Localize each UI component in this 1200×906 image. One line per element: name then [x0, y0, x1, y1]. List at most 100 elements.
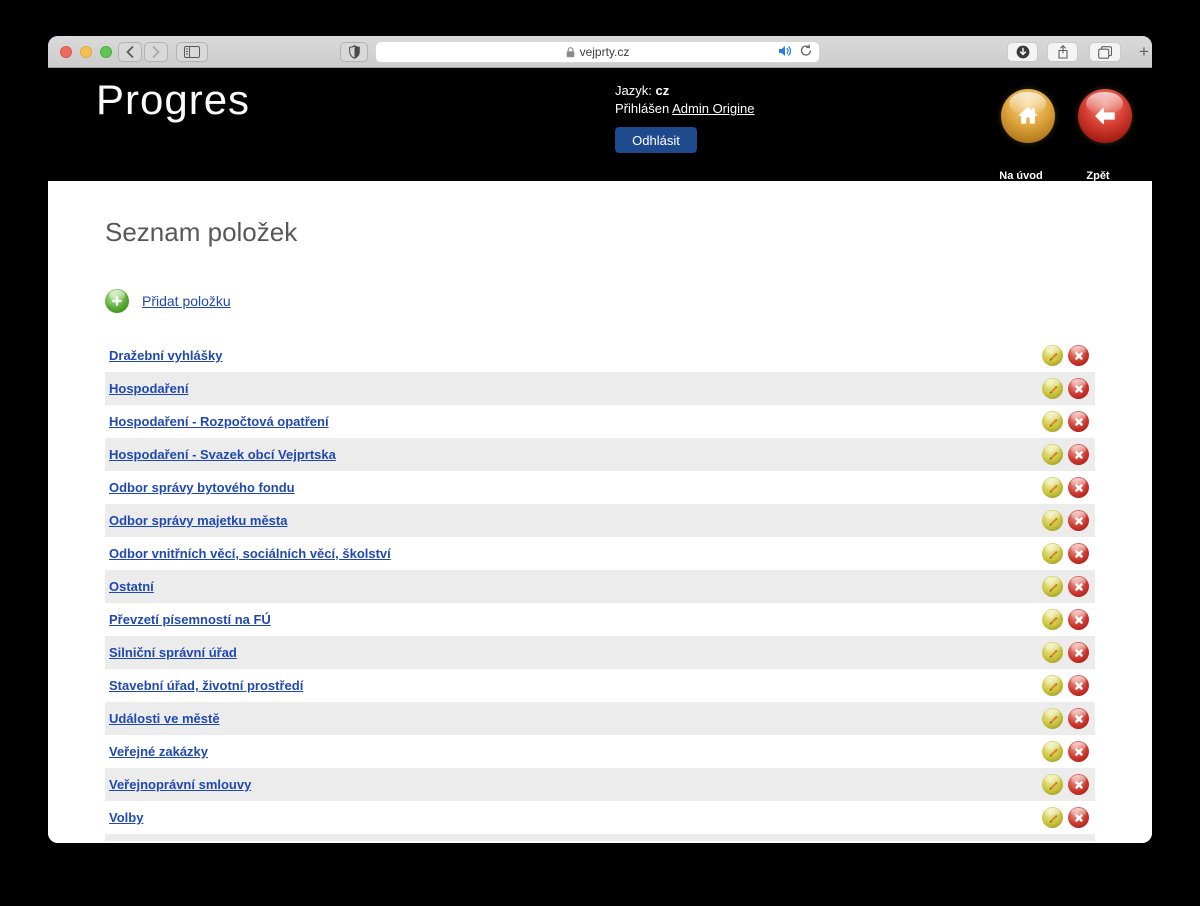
- item-link[interactable]: Volby: [109, 810, 143, 825]
- login-line: Přihlášen Admin Origine: [615, 100, 754, 118]
- edit-icon[interactable]: [1042, 774, 1063, 795]
- item-link[interactable]: Veřejnoprávní smlouvy: [109, 777, 251, 792]
- delete-icon[interactable]: [1068, 807, 1089, 828]
- list-item-partial: [105, 834, 1095, 841]
- edit-icon[interactable]: [1042, 411, 1063, 432]
- zoom-window-button[interactable]: [100, 46, 112, 58]
- delete-icon[interactable]: [1068, 477, 1089, 498]
- share-icon[interactable]: [1047, 42, 1078, 62]
- back-nav-label: Zpět: [1058, 170, 1138, 182]
- edit-icon[interactable]: [1042, 675, 1063, 696]
- delete-icon[interactable]: [1068, 345, 1089, 366]
- item-actions: [1042, 345, 1089, 366]
- site-header: Progres Jazyk: cz Přihlášen Admin Origin…: [48, 68, 1152, 181]
- language-value: cz: [655, 83, 669, 98]
- item-link[interactable]: Stavební úřad, životní prostředí: [109, 678, 303, 693]
- reload-icon[interactable]: [800, 44, 812, 60]
- address-bar[interactable]: vejprty.cz: [375, 41, 820, 63]
- edit-icon[interactable]: [1042, 741, 1063, 762]
- item-actions: [1042, 576, 1089, 597]
- list-item: Dražební vyhlášky: [105, 339, 1095, 372]
- item-actions: [1042, 807, 1089, 828]
- back-arrow-icon: [1078, 89, 1132, 143]
- item-link[interactable]: Odbor správy bytového fondu: [109, 480, 295, 495]
- add-item-row: Přidat položku: [105, 289, 1095, 313]
- item-link[interactable]: Hospodaření: [109, 381, 188, 396]
- item-link[interactable]: Hospodaření - Svazek obcí Vejprtska: [109, 447, 336, 462]
- privacy-shield-icon[interactable]: [340, 42, 368, 62]
- item-list: Dražební vyhlášky Hospodaření Hospodaření …: [105, 339, 1095, 841]
- page-content: Seznam položek Přidat položku Dražební v…: [48, 181, 1152, 843]
- edit-icon[interactable]: [1042, 576, 1063, 597]
- edit-icon[interactable]: [1042, 510, 1063, 531]
- item-link[interactable]: Veřejné zakázky: [109, 744, 208, 759]
- close-window-button[interactable]: [60, 46, 72, 58]
- delete-icon[interactable]: [1068, 510, 1089, 531]
- logged-user-link[interactable]: Admin Origine: [672, 101, 754, 116]
- list-item: Hospodaření - Svazek obcí Vejprtska: [105, 438, 1095, 471]
- edit-icon[interactable]: [1042, 807, 1063, 828]
- delete-icon[interactable]: [1068, 741, 1089, 762]
- delete-icon[interactable]: [1068, 675, 1089, 696]
- item-link[interactable]: Ostatní: [109, 579, 154, 594]
- edit-icon[interactable]: [1042, 477, 1063, 498]
- item-link[interactable]: Dražební vyhlášky: [109, 348, 222, 363]
- item-link[interactable]: Převzetí písemností na FÚ: [109, 612, 271, 627]
- item-actions: [1042, 543, 1089, 564]
- account-info: Jazyk: cz Přihlášen Admin Origine: [615, 82, 754, 118]
- item-link[interactable]: Odbor vnitřních věcí, sociálních věcí, š…: [109, 546, 391, 561]
- downloads-icon[interactable]: [1007, 42, 1038, 62]
- list-item: Volby: [105, 801, 1095, 834]
- list-item: Stavební úřad, životní prostředí: [105, 669, 1095, 702]
- edit-icon[interactable]: [1042, 708, 1063, 729]
- list-item: Veřejnoprávní smlouvy: [105, 768, 1095, 801]
- forward-button[interactable]: [144, 42, 168, 62]
- item-actions: [1042, 477, 1089, 498]
- delete-icon[interactable]: [1068, 576, 1089, 597]
- item-link[interactable]: Odbor správy majetku města: [109, 513, 287, 528]
- edit-icon[interactable]: [1042, 543, 1063, 564]
- edit-icon[interactable]: [1042, 609, 1063, 630]
- new-tab-button[interactable]: +: [1132, 42, 1152, 62]
- delete-icon[interactable]: [1068, 609, 1089, 630]
- item-actions: [1042, 708, 1089, 729]
- item-link[interactable]: Události ve městě: [109, 711, 220, 726]
- language-line: Jazyk: cz: [615, 82, 754, 100]
- list-item: Převzetí písemností na FÚ: [105, 603, 1095, 636]
- minimize-window-button[interactable]: [80, 46, 92, 58]
- item-actions: [1042, 378, 1089, 399]
- audio-speaker-icon[interactable]: [778, 45, 792, 60]
- edit-icon[interactable]: [1042, 345, 1063, 366]
- back-nav-button[interactable]: Zpět: [1058, 89, 1138, 143]
- edit-icon[interactable]: [1042, 378, 1063, 399]
- delete-icon[interactable]: [1068, 444, 1089, 465]
- browser-window: vejprty.cz + Progres Jazyk: cz Přih: [48, 36, 1152, 843]
- delete-icon[interactable]: [1068, 543, 1089, 564]
- url-text: vejprty.cz: [580, 45, 630, 59]
- sidebar-toggle-button[interactable]: [176, 42, 208, 62]
- item-actions: [1042, 675, 1089, 696]
- edit-icon[interactable]: [1042, 444, 1063, 465]
- item-actions: [1042, 510, 1089, 531]
- back-button[interactable]: [118, 42, 142, 62]
- delete-icon[interactable]: [1068, 774, 1089, 795]
- item-actions: [1042, 741, 1089, 762]
- logout-button[interactable]: Odhlásit: [615, 127, 697, 153]
- page-title: Seznam položek: [105, 217, 1095, 247]
- item-link[interactable]: Silniční správní úřad: [109, 645, 237, 660]
- item-actions: [1042, 444, 1089, 465]
- item-actions: [1042, 411, 1089, 432]
- list-item: Silniční správní úřad: [105, 636, 1095, 669]
- item-link[interactable]: Hospodaření - Rozpočtová opatření: [109, 414, 329, 429]
- delete-icon[interactable]: [1068, 378, 1089, 399]
- tab-overview-icon[interactable]: [1089, 42, 1121, 62]
- list-item: Odbor správy bytového fondu: [105, 471, 1095, 504]
- delete-icon[interactable]: [1068, 411, 1089, 432]
- add-item-link[interactable]: Přidat položku: [142, 293, 231, 309]
- edit-icon[interactable]: [1042, 642, 1063, 663]
- home-nav-button[interactable]: Na úvod: [981, 89, 1061, 143]
- delete-icon[interactable]: [1068, 642, 1089, 663]
- home-icon: [1001, 89, 1055, 143]
- add-plus-icon[interactable]: [105, 289, 129, 313]
- delete-icon[interactable]: [1068, 708, 1089, 729]
